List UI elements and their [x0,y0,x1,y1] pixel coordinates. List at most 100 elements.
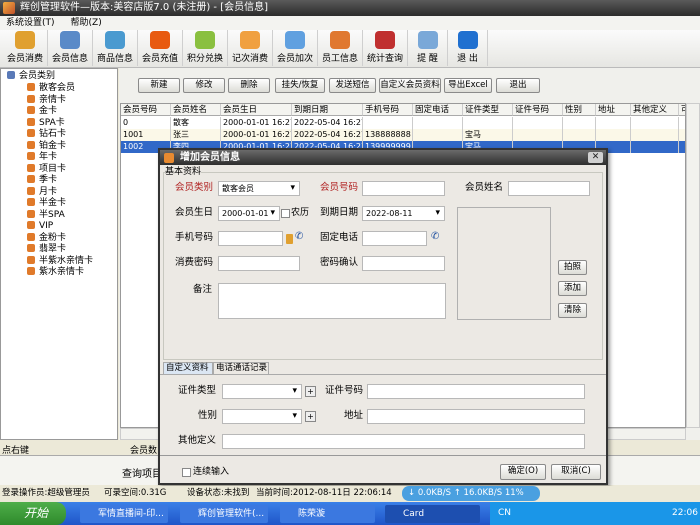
cancel-button[interactable]: 取消(C) [551,464,601,480]
id-type-select[interactable] [222,384,302,399]
tree-item[interactable]: 项目卡 [27,163,66,175]
card-icon [27,129,35,137]
column-header[interactable]: 证件号码 [513,104,563,116]
tab-call-records[interactable]: 电话通话记录 [213,362,269,374]
menu-system-settings[interactable]: 系统设置(T) [6,18,55,28]
continuous-checkbox[interactable] [182,468,191,477]
birthday-picker[interactable]: 2000-01-01 [218,206,280,221]
query-label: 查询项目 [122,469,162,480]
sim-card-icon[interactable] [286,234,293,244]
card-icon [27,221,35,229]
gender-select[interactable] [222,409,302,424]
language-indicator[interactable]: CN [498,502,511,525]
add-photo-button[interactable]: 添加 [558,281,587,296]
take-photo-button[interactable]: 拍照 [558,260,587,275]
action-button[interactable]: 新建 [138,78,180,93]
tree-item[interactable]: 亲情卡 [27,94,66,106]
close-icon[interactable]: ✕ [588,152,603,163]
clear-photo-button[interactable]: 清除 [558,303,587,318]
toolbar-button[interactable]: 记次消费 [228,30,273,66]
start-button[interactable]: 开始 [0,502,66,525]
toolbar-button[interactable]: 会员加次 [273,30,318,66]
member-type-select[interactable]: 散客会员 [218,181,300,196]
tree-item[interactable]: 半金卡 [27,197,66,209]
tree-root[interactable]: 会员类别 [7,70,55,82]
dial-icon[interactable]: ✆ [431,231,439,242]
dialog-icon [164,153,174,163]
add-gender-button[interactable]: + [305,411,316,422]
tree-item-label: 紫水亲情卡 [39,267,85,277]
password-input[interactable] [218,256,300,271]
menu-help[interactable]: 帮助(Z) [71,18,102,28]
column-header[interactable]: 性别 [563,104,596,116]
toolbar-button[interactable]: 统计查询 [363,30,408,66]
task-item-active[interactable]: Card [385,505,480,523]
tree-item-label: 季卡 [39,175,58,185]
table-cell: 2000-01-01 16:27:57 [223,129,292,141]
toolbar-button[interactable]: 商品信息 [93,30,138,66]
tree-item[interactable]: 月卡 [27,186,57,198]
toolbar-button[interactable]: 积分兑换 [183,30,228,66]
column-header[interactable]: 可 [679,104,685,116]
other-input[interactable] [222,434,585,449]
lunar-checkbox[interactable] [281,209,290,218]
toolbar-button[interactable]: 提 醒 [408,30,448,66]
toolbar-button[interactable]: 会员信息 [48,30,93,66]
column-header[interactable]: 地址 [596,104,631,116]
member-name-input[interactable] [508,181,590,196]
action-button[interactable]: 发送短信 [329,78,376,93]
address-input[interactable] [367,409,585,424]
vertical-scrollbar[interactable] [686,103,700,428]
column-header[interactable]: 手机号码 [363,104,413,116]
id-no-input[interactable] [367,384,585,399]
toolbar-button[interactable]: 员工信息 [318,30,363,66]
tree-item[interactable]: 半SPA [27,209,65,221]
toolbar-button[interactable]: 退 出 [448,30,488,66]
tab-custom-info[interactable]: 自定义资料 [163,362,213,374]
column-header[interactable]: 固定电话 [413,104,463,116]
action-button[interactable]: 修改 [183,78,225,93]
phone-input[interactable] [362,231,427,246]
ok-button[interactable]: 确定(O) [500,464,546,480]
task-item[interactable]: 军情直播间-印... [80,505,168,523]
table-row[interactable]: 0散客2000-01-01 16:27:572022-05-04 16:27:5… [121,117,685,129]
tree-item[interactable]: 半紫水亲情卡 [27,255,93,267]
id-no-label: 证件号码 [325,385,364,396]
tree-item[interactable]: 季卡 [27,174,57,186]
action-button[interactable]: 自定义会员资料 [379,78,441,93]
column-header[interactable]: 会员姓名 [171,104,221,116]
column-header[interactable]: 会员号码 [121,104,171,116]
column-header[interactable]: 证件类型 [463,104,513,116]
action-button[interactable]: 挂失/恢复 [275,78,325,93]
task-item[interactable]: 辉创管理软件(... [180,505,268,523]
toolbar-button[interactable]: 会员充值 [138,30,183,66]
expire-date-picker[interactable]: 2022-08-11 [362,206,445,221]
tree-item-label: 亲情卡 [39,94,67,105]
column-header[interactable]: 其他定义 [631,104,679,116]
remark-textarea[interactable] [218,283,446,319]
table-row[interactable]: 1001张三2000-01-01 16:27:572022-05-04 16:2… [121,129,685,141]
action-button[interactable]: 退出 [496,78,540,93]
member-no-input[interactable] [362,181,445,196]
mobile-input[interactable] [218,231,283,246]
table-cell [679,141,685,153]
column-header[interactable]: 到期日期 [292,104,363,116]
action-button[interactable]: 导出Excel [444,78,492,93]
tree-item[interactable]: 年卡 [27,151,57,163]
tree-item[interactable]: 翡翠卡 [27,243,66,255]
task-item[interactable]: 陈荣漩 [280,505,375,523]
add-id-type-button[interactable]: + [305,386,316,397]
tree-item[interactable]: 钻石卡 [27,128,66,140]
tree-item[interactable]: VIP [27,220,53,232]
password-confirm-input[interactable] [362,256,445,271]
tree-item[interactable]: 金卡 [27,105,57,117]
tree-item[interactable]: 金粉卡 [27,232,66,244]
tree-item[interactable]: SPA卡 [27,117,65,129]
toolbar-button[interactable]: 会员消费 [3,30,48,66]
action-button[interactable]: 删除 [228,78,270,93]
column-header[interactable]: 会员生日 [221,104,292,116]
tree-item[interactable]: 散客会员 [27,82,75,94]
tree-item[interactable]: 铂金卡 [27,140,66,152]
tree-item[interactable]: 紫水亲情卡 [27,266,84,278]
dial-icon[interactable]: ✆ [295,231,303,242]
